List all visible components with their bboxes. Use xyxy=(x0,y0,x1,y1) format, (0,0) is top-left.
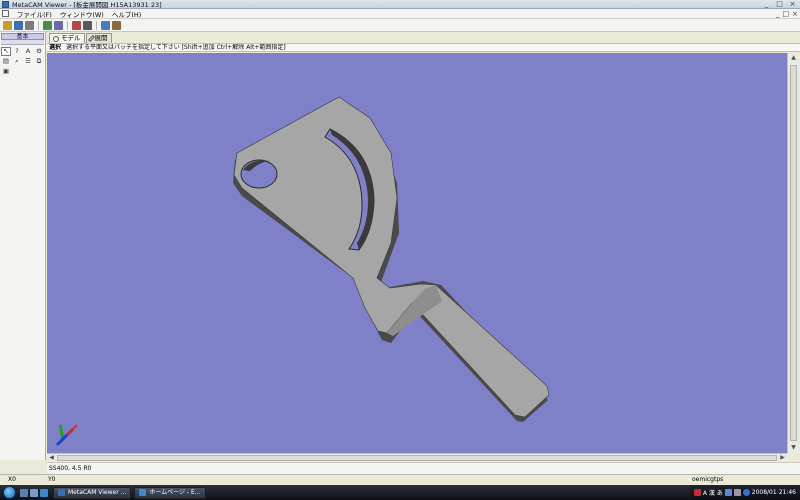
scroll-up-icon[interactable]: ▲ xyxy=(788,53,799,63)
open-icon[interactable] xyxy=(3,20,12,30)
toolbar-separator xyxy=(67,20,68,30)
doc-minimize-button[interactable]: _ xyxy=(776,9,780,19)
material-info: SS400, 4.5 R0 xyxy=(47,462,800,474)
horizontal-scrollbar[interactable]: ◀ ▶ xyxy=(47,453,787,462)
coord-x: X0 xyxy=(8,476,16,483)
tool-grid: ↖ ? A ⚙ ▤ ⌕ ☰ ⧉ ▣ xyxy=(0,45,45,78)
ime-icon[interactable] xyxy=(693,489,701,496)
print-icon[interactable] xyxy=(25,20,34,30)
doc-restore-button[interactable]: □ xyxy=(783,9,790,19)
scroll-left-icon[interactable]: ◀ xyxy=(47,454,56,462)
system-tray: A 漢 あ 2008/01 21:46 xyxy=(689,485,800,500)
list-tool-icon[interactable]: ☰ xyxy=(23,57,33,66)
network-icon[interactable] xyxy=(724,489,732,496)
pointer-tool-icon[interactable]: ↖ xyxy=(1,47,11,56)
task-homepage-label: ホームページ - E... xyxy=(149,489,201,496)
tab-unfold[interactable]: 展開 xyxy=(85,33,112,43)
hint-bar: 選択 選択する平面又はパッチを指定して下さい [Shift+追加 Ctrl+解除… xyxy=(47,43,800,52)
coordinate-bar: X0 Y0 oemicgtps xyxy=(0,474,800,485)
menu-bar: ファイル(F) ウィンドウ(W) ヘルプ(H) _ □ × xyxy=(0,9,800,19)
document-icon[interactable] xyxy=(2,10,9,17)
volume-icon[interactable] xyxy=(733,489,741,496)
select-icon[interactable] xyxy=(101,20,110,30)
maximize-button[interactable]: □ xyxy=(774,0,785,8)
settings-tool-icon[interactable]: ⚙ xyxy=(34,47,44,56)
model-tab-icon xyxy=(53,35,59,42)
clock[interactable]: 21:46 xyxy=(779,489,796,496)
browser-icon[interactable] xyxy=(40,488,48,497)
box-tool-icon[interactable]: ▣ xyxy=(1,67,11,76)
app-icon xyxy=(2,0,9,8)
scroll-right-icon[interactable]: ▶ xyxy=(778,454,787,462)
tab-model-label: モデル xyxy=(61,34,81,42)
task-homepage[interactable]: ホームページ - E... xyxy=(134,486,206,499)
vertical-scrollbar[interactable]: ▲ ▼ xyxy=(787,53,799,453)
horizontal-scroll-thumb[interactable] xyxy=(57,455,777,461)
window-controls: _ □ × xyxy=(761,0,798,8)
toolbar xyxy=(0,19,800,32)
coord-y: Y0 xyxy=(48,476,56,483)
show-desktop-icon[interactable] xyxy=(20,488,28,497)
browser-app-icon xyxy=(139,489,147,496)
minimize-button[interactable]: _ xyxy=(761,0,772,8)
help-tool-icon[interactable]: ? xyxy=(12,47,22,56)
model-viewport[interactable] xyxy=(47,53,787,453)
ime-status[interactable]: A 漢 あ xyxy=(703,488,723,497)
search-tool-icon[interactable]: ⌕ xyxy=(12,57,22,66)
scroll-down-icon[interactable]: ▼ xyxy=(788,443,799,453)
vertical-scroll-thumb[interactable] xyxy=(790,65,797,441)
palette-header[interactable]: 基本 xyxy=(1,33,44,40)
menu-file[interactable]: ファイル(F) xyxy=(13,9,56,19)
preview-icon[interactable] xyxy=(43,20,52,30)
save-icon[interactable] xyxy=(14,20,23,30)
part-model xyxy=(55,96,550,447)
status-right-text: oemicgtps xyxy=(692,476,724,483)
zoom-icon[interactable] xyxy=(83,20,92,30)
tab-unfold-label: 展開 xyxy=(94,34,108,42)
tool-palette: 基本 ↖ ? A ⚙ ▤ ⌕ ☰ ⧉ ▣ xyxy=(0,32,46,460)
tray-date: 2008/01 xyxy=(751,489,777,496)
close-button[interactable]: × xyxy=(787,0,798,8)
menu-help[interactable]: ヘルプ(H) xyxy=(108,9,145,19)
mounting-hole xyxy=(240,159,278,189)
document-controls: _ □ × xyxy=(776,9,798,19)
taskbar: MetaCAM Viewer ... ホームページ - E... A 漢 あ 2… xyxy=(0,485,800,500)
pen-icon xyxy=(87,34,95,43)
help-tray-icon[interactable] xyxy=(742,489,750,496)
metacam-app-icon xyxy=(58,489,65,496)
axis-triad-icon xyxy=(55,424,78,447)
part-top-face xyxy=(233,96,550,418)
task-metacam-label: MetaCAM Viewer ... xyxy=(68,489,127,496)
switch-window-icon[interactable] xyxy=(30,488,38,497)
paste-icon[interactable] xyxy=(72,20,81,30)
mode-label: 選択 xyxy=(49,44,62,51)
task-metacam[interactable]: MetaCAM Viewer ... xyxy=(53,486,132,499)
measure-icon[interactable] xyxy=(112,20,121,30)
tab-model[interactable]: モデル xyxy=(49,33,85,43)
toolbar-separator xyxy=(38,20,39,30)
layer-tool-icon[interactable]: ▤ xyxy=(1,57,11,66)
start-button[interactable] xyxy=(3,486,16,499)
text-tool-icon[interactable]: A xyxy=(23,47,33,56)
doc-close-button[interactable]: × xyxy=(792,9,798,19)
hint-text: 選択する平面又はパッチを指定して下さい [Shift+追加 Ctrl+解除 Al… xyxy=(65,44,286,51)
toolbar-separator xyxy=(96,20,97,30)
copy-icon[interactable] xyxy=(54,20,63,30)
window-tool-icon[interactable]: ⧉ xyxy=(34,57,44,66)
menu-window[interactable]: ウィンドウ(W) xyxy=(56,9,108,19)
view-tabs: モデル 展開 xyxy=(47,32,800,43)
